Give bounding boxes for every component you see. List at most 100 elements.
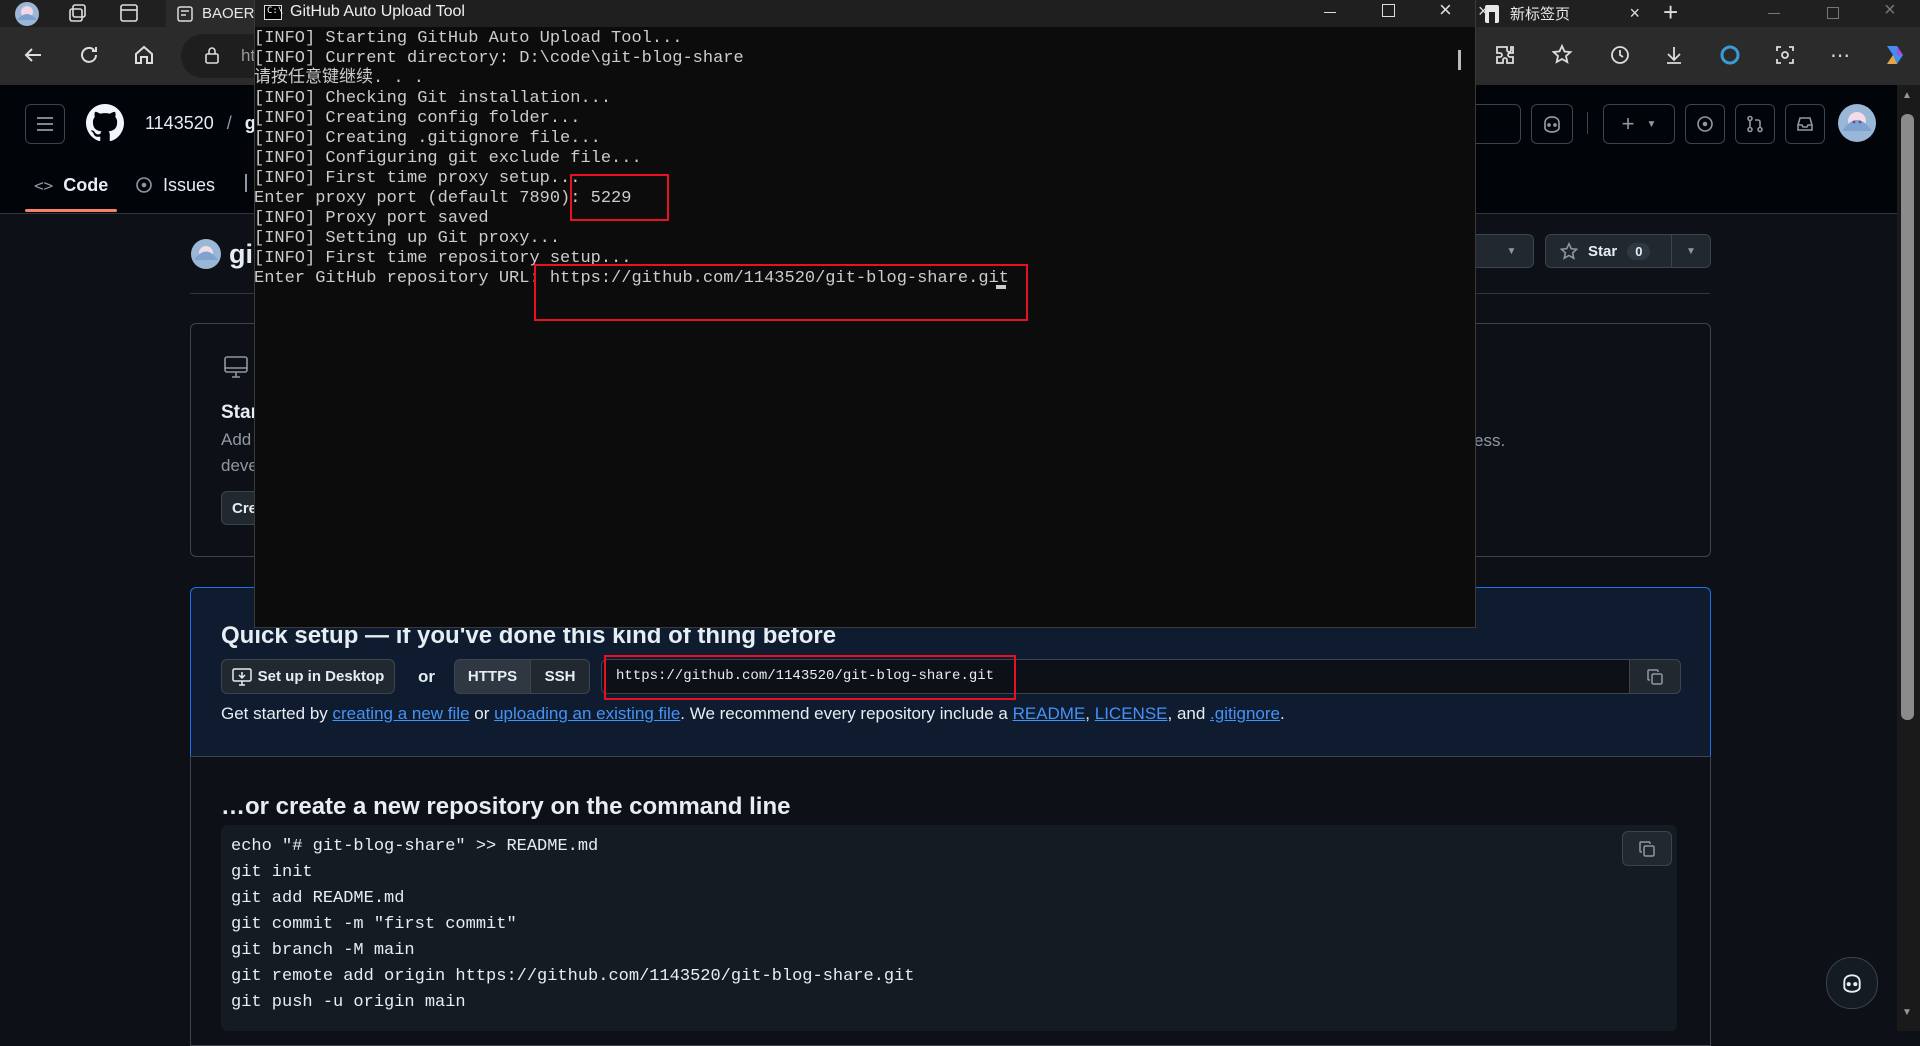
copy-icon: [1639, 840, 1655, 857]
star-icon: [1560, 242, 1578, 260]
https-button[interactable]: HTTPS: [454, 659, 531, 694]
quick-setup-help: Get started by creating a new file or up…: [221, 704, 1285, 724]
copy-icon: [1647, 668, 1663, 685]
new-tab-button[interactable]: +: [1663, 0, 1678, 28]
console-close-icon[interactable]: ×: [1439, 0, 1452, 23]
console-titlebar[interactable]: C:\ GitHub Auto Upload Tool ×: [255, 0, 1475, 27]
inbox-icon: [1797, 117, 1813, 131]
console-title: GitHub Auto Upload Tool: [290, 3, 465, 20]
help-text: . We recommend every repository include …: [680, 704, 1013, 723]
desktop-download-icon: [231, 667, 252, 686]
console-maximize-icon[interactable]: [1382, 4, 1395, 17]
ssh-label: SSH: [544, 668, 576, 685]
desktop-icon: [222, 355, 250, 379]
chevron-down-icon: ▼: [1686, 245, 1696, 257]
upload-file-link[interactable]: uploading an existing file: [494, 704, 680, 723]
profile-avatar-icon[interactable]: [12, 0, 42, 29]
inbox-button[interactable]: [1785, 104, 1825, 144]
star-label: Star: [1588, 242, 1618, 260]
home-icon[interactable]: [129, 40, 159, 70]
tab-code-label: Code: [63, 174, 109, 195]
code-icon: <>: [34, 175, 54, 195]
copilot-button[interactable]: [1531, 104, 1573, 144]
start-card-text-1: Add: [221, 430, 252, 449]
lock-icon: [205, 47, 219, 64]
cmd-line: git branch -M main: [231, 941, 415, 960]
cmd-line: echo "# git-blog-share" >> README.md: [231, 837, 599, 856]
address-field[interactable]: ht: [181, 34, 261, 78]
start-card-text-2: deve: [221, 456, 258, 475]
screenshot-icon[interactable]: [1770, 40, 1800, 70]
create-new-button[interactable]: + ▼: [1603, 104, 1675, 144]
tab-new-tab-page[interactable]: 新标签页 ×: [1476, 0, 1646, 27]
or-label: or: [418, 667, 435, 686]
console-line: [INFO] Setting up Git proxy...: [254, 229, 561, 248]
minimize-browser-icon[interactable]: [1768, 13, 1780, 14]
star-dropdown-button[interactable]: ▼: [1671, 234, 1711, 268]
start-card-title: Star: [221, 402, 258, 423]
copy-url-button[interactable]: [1629, 659, 1681, 694]
scroll-up-arrow-icon[interactable]: ▲: [1902, 90, 1912, 101]
star-button[interactable]: Star 0: [1545, 234, 1672, 268]
help-text: ,: [1085, 704, 1095, 723]
hamburger-icon: [37, 117, 53, 131]
ssh-button[interactable]: SSH: [530, 659, 590, 694]
console-app-icon: C:\: [264, 5, 283, 20]
repo-owner-avatar: [190, 238, 222, 270]
console-line: [INFO] Creating .gitignore file...: [254, 129, 601, 148]
extensions-icon[interactable]: [1490, 40, 1520, 70]
chevron-down-icon: ▼: [1646, 118, 1657, 130]
back-icon[interactable]: [18, 40, 48, 70]
close-tab-icon[interactable]: ×: [1629, 3, 1640, 24]
downloads-icon[interactable]: [1659, 40, 1689, 70]
highlight-proxy-port: [570, 174, 669, 221]
breadcrumb-owner[interactable]: 1143520: [145, 113, 214, 133]
more-options-icon[interactable]: ⋯: [1825, 40, 1855, 70]
repo-title: gi: [229, 239, 253, 269]
chevron-down-icon: ▼: [1506, 245, 1517, 257]
copilot-icon[interactable]: [1879, 40, 1909, 70]
readme-link[interactable]: README: [1013, 704, 1086, 723]
setup-in-desktop-button[interactable]: Set up in Desktop: [221, 659, 395, 694]
pull-requests-button[interactable]: [1735, 104, 1775, 144]
scroll-down-arrow-icon[interactable]: ▼: [1902, 1007, 1912, 1018]
close-tab-icon[interactable]: ×: [1478, 1, 1489, 22]
issues-button[interactable]: [1685, 104, 1725, 144]
refresh-icon[interactable]: [74, 40, 104, 70]
help-text: .: [1279, 704, 1285, 723]
copy-commands-button[interactable]: [1622, 831, 1672, 866]
favorites-icon[interactable]: [1548, 40, 1578, 70]
copilot-chat-button[interactable]: [1826, 957, 1878, 1009]
issue-opened-icon: [136, 177, 152, 193]
license-link[interactable]: LICENSE: [1095, 704, 1168, 723]
vertical-tabs-icon[interactable]: [114, 0, 144, 28]
history-icon[interactable]: [1605, 40, 1635, 70]
create-new-file-link[interactable]: creating a new file: [333, 704, 470, 723]
scrollbar-thumb[interactable]: [1901, 114, 1914, 720]
gitignore-link[interactable]: .gitignore: [1210, 704, 1280, 723]
breadcrumb: 1143520 / gi: [145, 113, 261, 134]
restore-browser-icon[interactable]: [1827, 7, 1839, 19]
watch-dropdown-button[interactable]: ▼: [1476, 234, 1534, 268]
console-line: [INFO] Starting GitHub Auto Upload Tool.…: [254, 29, 683, 48]
help-text: or: [469, 704, 495, 723]
workspaces-icon[interactable]: [63, 0, 93, 28]
console-scrollbar[interactable]: [1458, 50, 1461, 70]
close-browser-icon[interactable]: ×: [1884, 0, 1896, 22]
tab-code[interactable]: <> Code: [34, 160, 108, 210]
pull-request-tab-icon-partial: [245, 174, 251, 192]
setup-in-desktop-label: Set up in Desktop: [257, 668, 385, 685]
console-minimize-icon[interactable]: [1324, 12, 1336, 13]
plus-icon: +: [1621, 111, 1635, 136]
tab-baoer[interactable]: BAOER: [166, 0, 256, 27]
user-avatar[interactable]: [1837, 103, 1877, 143]
github-logo-icon[interactable]: [86, 104, 124, 142]
menu-button[interactable]: [25, 104, 65, 144]
console-line: [INFO] Creating config folder...: [254, 109, 581, 128]
tab-issues[interactable]: Issues: [135, 160, 215, 210]
console-line: [INFO] Current directory: D:\code\git-bl…: [254, 49, 744, 68]
start-card-text-end: ess.: [1474, 431, 1506, 450]
edge-collections-icon[interactable]: [1715, 40, 1745, 70]
help-text: , and: [1167, 704, 1211, 723]
console-line: [INFO] First time proxy setup...: [254, 169, 581, 188]
